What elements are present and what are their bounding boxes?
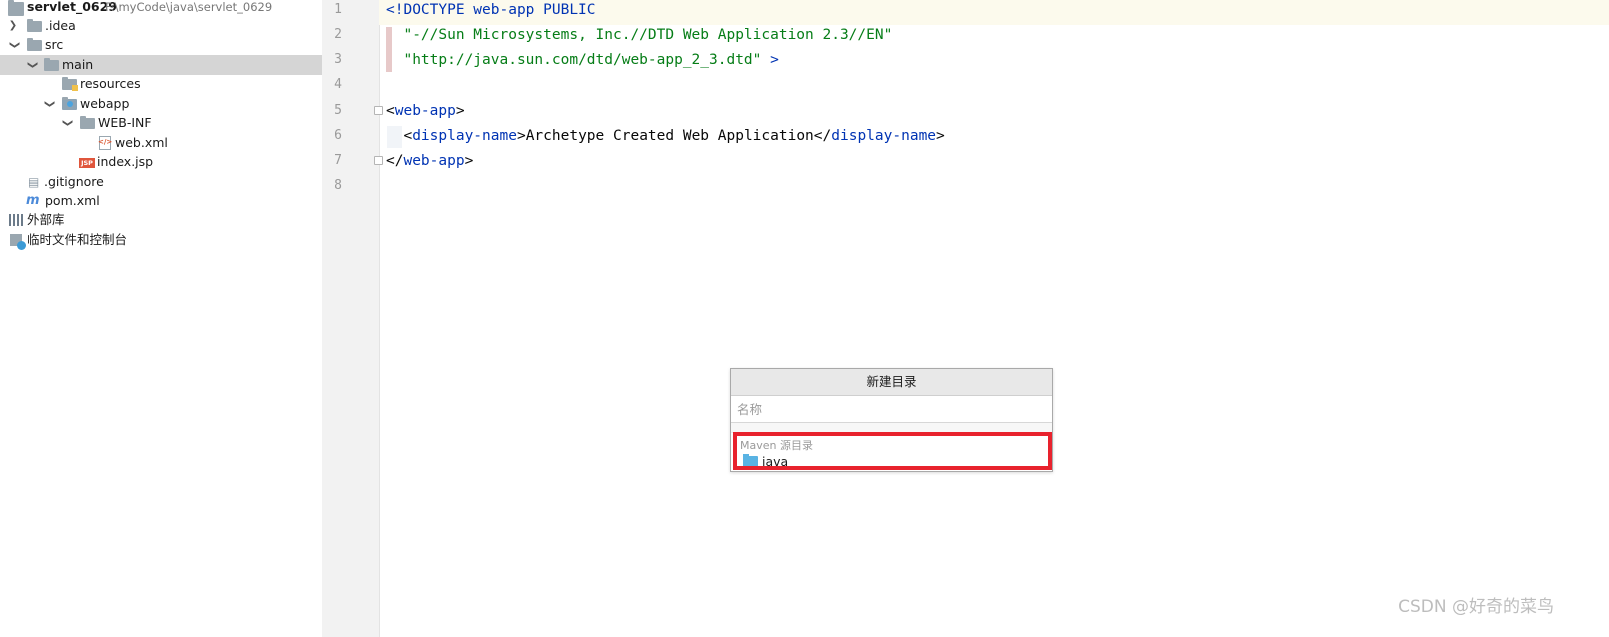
xml-file-icon <box>98 132 115 152</box>
line-number: 2 <box>334 27 342 42</box>
code-line-5: <web-app> <box>386 103 465 119</box>
folder-icon <box>27 19 43 33</box>
chevron-down-icon[interactable]: ❯ <box>39 98 59 110</box>
web-folder-icon <box>62 97 78 111</box>
popup-title: 新建目录 <box>731 369 1052 396</box>
line-number: 4 <box>334 77 342 92</box>
tree-item-label: .gitignore <box>44 174 104 189</box>
popup-separator <box>731 423 1052 433</box>
directory-name-input[interactable] <box>731 396 1052 423</box>
tree-item-label: webapp <box>80 96 130 111</box>
maven-source-dirs-label: Maven 源目录 <box>740 439 813 452</box>
code-area[interactable]: <!DOCTYPE web-app PUBLIC "-//Sun Microsy… <box>379 0 1609 169</box>
line-number: 7 <box>334 153 342 168</box>
indent-guide <box>387 126 402 148</box>
line-number: 3 <box>334 52 342 67</box>
gitignore-file-icon: ▤ <box>28 175 40 189</box>
chevron-down-icon[interactable]: ❯ <box>22 59 42 71</box>
line-number: 5 <box>334 103 342 118</box>
fold-toggle-icon[interactable] <box>374 156 383 165</box>
code-line-6: <display-name>Archetype Created Web Appl… <box>403 128 945 144</box>
resources-folder-icon <box>62 77 78 91</box>
suggestion-label: java <box>762 454 789 469</box>
code-editor[interactable]: 1 2 3 4 5 6 7 8 <!DOCTYPE web-app PUBLIC… <box>322 0 1609 637</box>
tree-item-label: main <box>62 57 94 72</box>
tree-item-label: 临时文件和控制台 <box>27 232 128 247</box>
tree-item-label: .idea <box>45 18 76 33</box>
scratches-icon <box>10 233 26 250</box>
tree-row-gitignore[interactable]: ▤ .gitignore <box>0 172 329 192</box>
editor-gutter: 1 2 3 4 5 6 7 8 <box>322 0 383 637</box>
tree-row-project[interactable]: servlet_0629 F:\myCode\java\servlet_0629 <box>0 0 329 17</box>
new-directory-popup: 新建目录 Maven 源目录 java <box>730 368 1053 472</box>
line-number: 6 <box>334 128 342 143</box>
code-line-2: "-//Sun Microsystems, Inc.//DTD Web Appl… <box>403 27 893 43</box>
chevron-right-icon[interactable]: ❯ <box>7 16 19 36</box>
folder-icon <box>27 38 43 52</box>
libraries-icon <box>9 213 25 227</box>
tree-row-src[interactable]: ❯ src <box>0 35 329 55</box>
tree-row-index-jsp[interactable]: JSP index.jsp <box>0 152 329 172</box>
project-name: servlet_0629 <box>27 0 118 14</box>
chevron-down-icon[interactable]: ❯ <box>4 39 24 51</box>
folder-icon <box>44 58 60 72</box>
maven-icon: m <box>26 193 40 208</box>
tree-row-web-inf[interactable]: ❯ WEB-INF <box>0 113 329 133</box>
change-marker <box>386 27 392 72</box>
line-number: 8 <box>334 178 342 193</box>
suggestion-java[interactable]: java <box>743 453 788 471</box>
jsp-file-icon: JSP <box>79 155 95 169</box>
tree-item-label: src <box>45 37 64 52</box>
line-number: 1 <box>334 2 342 17</box>
tree-item-label: WEB-INF <box>98 115 152 130</box>
folder-icon <box>80 116 96 130</box>
tree-row-pom-xml[interactable]: m pom.xml <box>0 191 329 211</box>
watermark: CSDN @好奇的菜鸟 <box>1398 597 1554 617</box>
code-line-1: <!DOCTYPE web-app PUBLIC <box>379 0 1609 25</box>
fold-toggle-icon[interactable] <box>374 106 383 115</box>
tree-row-webapp[interactable]: ❯ webapp <box>0 94 329 114</box>
chevron-down-icon[interactable]: ❯ <box>57 117 77 129</box>
code-line-3: "http://java.sun.com/dtd/web-app_2_3.dtd… <box>403 52 779 68</box>
tree-item-label: pom.xml <box>45 193 100 208</box>
tree-row-resources[interactable]: resources <box>0 74 329 94</box>
tree-item-label: 外部库 <box>27 212 65 227</box>
tree-item-label: resources <box>80 76 141 91</box>
tree-row-scratches[interactable]: 临时文件和控制台 <box>0 230 329 250</box>
source-folder-icon <box>743 454 758 467</box>
tree-item-label: index.jsp <box>97 154 154 169</box>
tree-row-idea[interactable]: ❯ .idea <box>0 16 329 36</box>
tree-row-external-libraries[interactable]: 外部库 <box>0 210 329 230</box>
project-tree: servlet_0629 F:\myCode\java\servlet_0629… <box>0 0 330 637</box>
project-folder-icon <box>8 0 24 16</box>
project-path: F:\myCode\java\servlet_0629 <box>105 0 273 14</box>
code-line-7: </web-app> <box>386 153 474 169</box>
tree-row-main[interactable]: ❯ main <box>0 55 329 75</box>
tree-item-label: web.xml <box>115 135 168 150</box>
tree-row-web-xml[interactable]: web.xml <box>0 132 329 153</box>
